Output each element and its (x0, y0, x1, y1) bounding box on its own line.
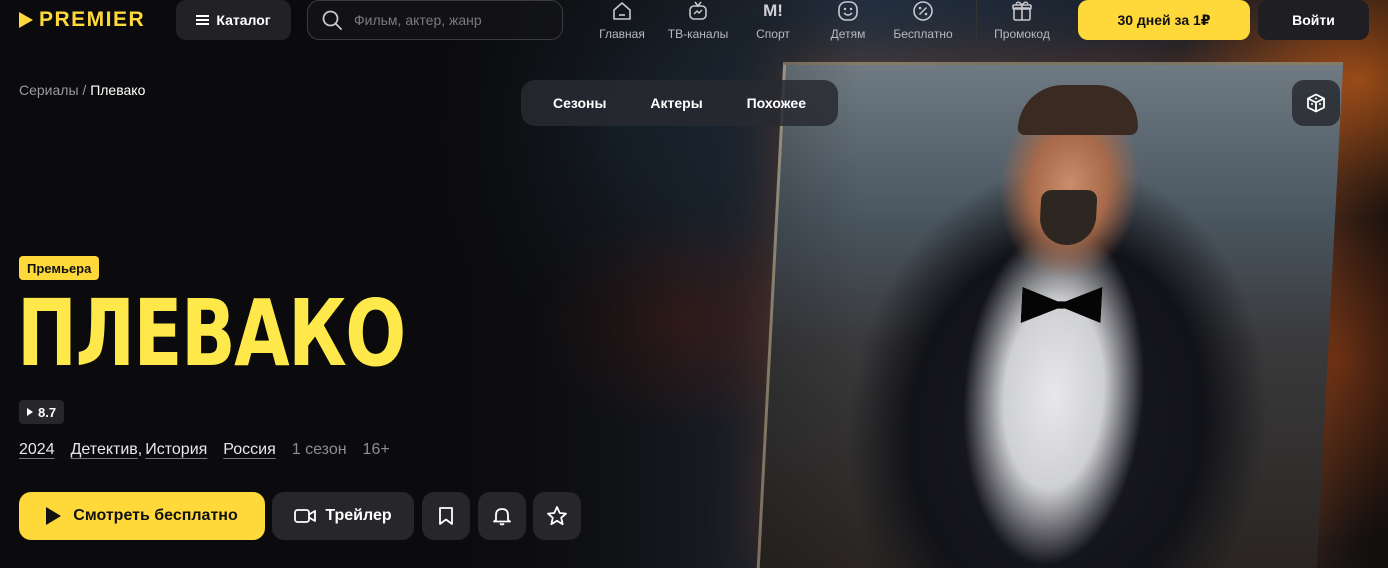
age-rating: 16+ (362, 441, 390, 458)
random-pick-button[interactable] (1292, 80, 1340, 126)
logo-play-icon (19, 12, 33, 28)
rating-value: 8.7 (38, 404, 57, 420)
genre-separator: , (137, 441, 143, 458)
nav-tv[interactable]: ТВ-каналы (664, 0, 732, 46)
series-meta: 2024 Детектив , История Россия 1 сезон 1… (19, 441, 390, 459)
trailer-label: Трейлер (325, 507, 392, 524)
home-icon (611, 0, 633, 22)
play-icon (46, 507, 62, 525)
watch-free-label: Смотреть бесплатно (73, 507, 238, 524)
tv-icon (687, 0, 709, 22)
catalog-label: Каталог (216, 12, 271, 28)
genre-link-detective[interactable]: Детектив (71, 441, 138, 459)
sport-icon: M! (763, 0, 783, 22)
series-title: ПЛЕВАКО (17, 280, 406, 387)
cube-icon (1307, 93, 1325, 113)
catalog-button[interactable]: Каталог (176, 0, 291, 40)
nav-divider (976, 0, 977, 42)
rating-play-icon (27, 408, 33, 416)
nav-promo[interactable]: Промокод (990, 0, 1054, 46)
login-button[interactable]: Войти (1258, 0, 1369, 40)
nav-tv-label: ТВ-каналы (667, 27, 729, 41)
nav-home[interactable]: Главная (598, 0, 646, 46)
country-link[interactable]: Россия (223, 441, 275, 459)
breadcrumb-separator: / (82, 82, 87, 98)
tab-seasons[interactable]: Сезоны (553, 95, 606, 111)
nav-promo-label: Промокод (994, 27, 1050, 41)
genre-link-history[interactable]: История (145, 441, 207, 459)
menu-icon (196, 15, 210, 25)
tab-similar[interactable]: Похожее (747, 95, 806, 111)
logo-text: PREMIER (39, 8, 146, 31)
rating-badge: 8.7 (19, 400, 65, 424)
premiere-badge: Премьера (19, 256, 100, 280)
content-tabs: Сезоны Актеры Похожее (521, 80, 838, 126)
trailer-button[interactable]: Трейлер (272, 492, 414, 540)
discount-icon (912, 0, 934, 22)
star-icon (547, 506, 567, 526)
breadcrumb-current: Плевако (90, 82, 146, 98)
nav-home-label: Главная (599, 27, 645, 41)
video-camera-icon (294, 509, 317, 523)
nav-kids-label: Детям (830, 27, 866, 41)
nav-free[interactable]: Бесплатно (890, 0, 956, 46)
nav-kids[interactable]: Детям (828, 0, 868, 46)
top-header: PREMIER Каталог Главная ТВ-каналы M! Спо… (0, 0, 1388, 60)
bookmark-icon (439, 507, 453, 525)
bell-icon (493, 508, 511, 526)
breadcrumb: Сериалы / Плевако (19, 82, 145, 98)
rate-button[interactable] (533, 492, 581, 540)
search-box[interactable] (307, 0, 563, 40)
nav-free-label: Бесплатно (893, 27, 953, 41)
gift-icon (1011, 0, 1033, 22)
bookmark-button[interactable] (422, 492, 470, 540)
search-input[interactable] (354, 12, 534, 28)
seasons-count: 1 сезон (291, 441, 347, 458)
tab-actors[interactable]: Актеры (650, 95, 702, 111)
subscription-promo-button[interactable]: 30 дней за 1₽ (1078, 0, 1250, 40)
sport-glyph: M! (763, 1, 783, 20)
notify-button[interactable] (478, 492, 526, 540)
nav-sport[interactable]: M! Спорт (752, 0, 794, 46)
nav-sport-label: Спорт (756, 27, 790, 41)
search-icon (322, 10, 342, 30)
year-link[interactable]: 2024 (19, 441, 55, 459)
breadcrumb-parent-link[interactable]: Сериалы (19, 82, 79, 98)
premier-logo[interactable]: PREMIER (19, 8, 145, 32)
watch-free-button[interactable]: Смотреть бесплатно (19, 492, 265, 540)
kids-icon (837, 0, 859, 22)
